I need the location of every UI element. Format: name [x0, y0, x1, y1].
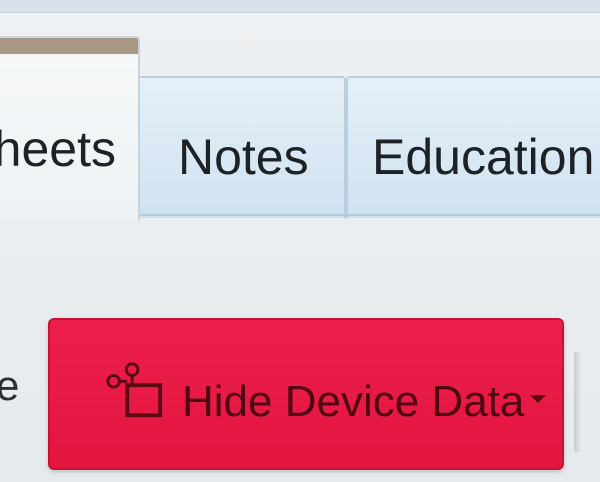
vertical-divider — [574, 352, 582, 452]
tab-education[interactable]: Education — [346, 76, 600, 218]
ui-screenshot: heets Notes Education e Hide Device Data — [0, 0, 600, 482]
top-strip — [0, 0, 600, 13]
tab-label-education: Education — [372, 129, 595, 185]
tab-sheets[interactable]: heets — [0, 36, 140, 220]
hide-device-data-button[interactable]: Hide Device Data — [48, 318, 564, 470]
hide-device-data-label: Hide Device Data — [182, 377, 525, 426]
tab-label-sheets: heets — [0, 121, 116, 177]
chevron-down-icon[interactable] — [530, 395, 546, 403]
tab-notes[interactable]: Notes — [136, 76, 346, 218]
left-text-fragment: e — [0, 362, 20, 409]
tab-label-notes: Notes — [178, 129, 309, 185]
device-icon — [106, 362, 163, 418]
